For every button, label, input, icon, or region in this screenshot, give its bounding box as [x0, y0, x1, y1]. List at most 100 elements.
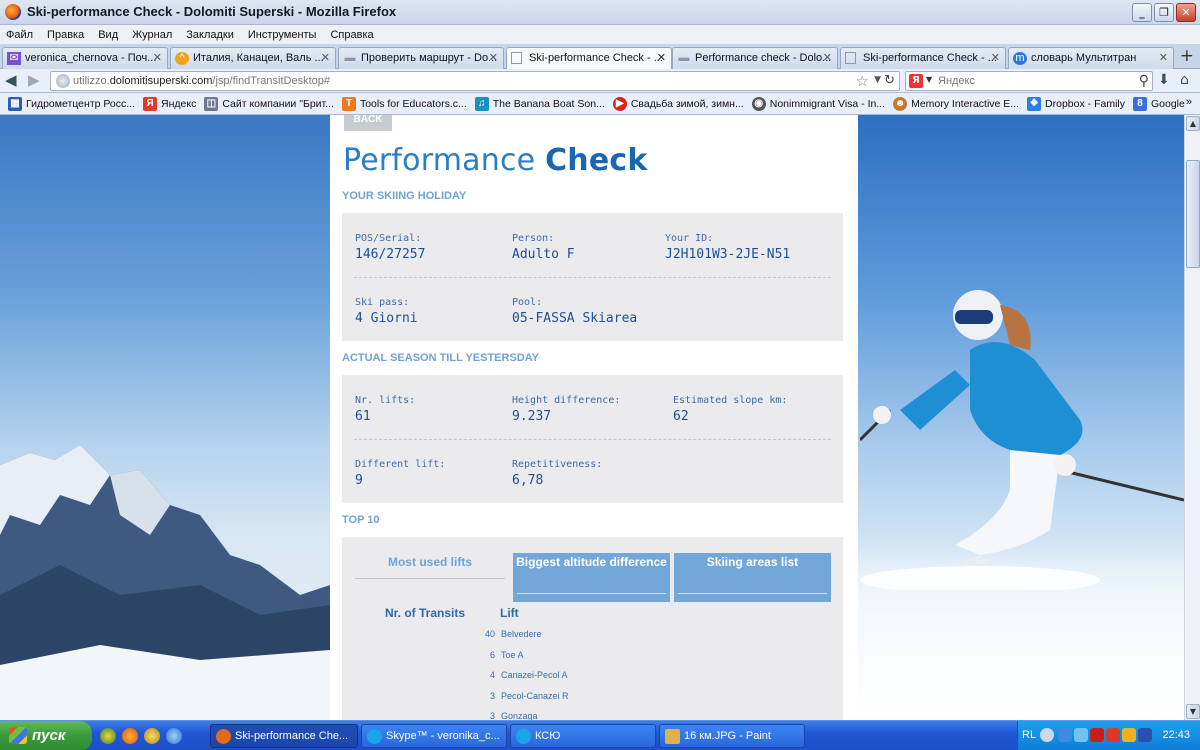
performance-check-panel: BACK Performance Check YOUR SKIING HOLID…	[330, 115, 858, 720]
column-header-lift: Lift	[500, 606, 519, 620]
menu-view[interactable]: Вид	[98, 29, 118, 41]
start-button[interactable]: пуск	[0, 721, 92, 750]
network-icon[interactable]	[1058, 728, 1072, 742]
tab-close-icon[interactable]: ✕	[823, 51, 832, 64]
url-text[interactable]: utilizzo.dolomitisuperski.com/jsp/findTr…	[73, 75, 330, 87]
updates-icon[interactable]	[1122, 728, 1136, 742]
navigation-bar: ◀ ▶ utilizzo.dolomitisuperski.com/jsp/fi…	[0, 69, 1200, 93]
language-indicator[interactable]: RL	[1022, 729, 1036, 741]
search-box[interactable]: Я ▼ Яндекс ⚲	[905, 71, 1153, 91]
bookmark-item[interactable]: T Tools for Educators.c...	[341, 96, 467, 111]
holiday-info-box: POS/Serial: 146/27257 Person: Adulto F Y…	[342, 213, 843, 341]
url-bar[interactable]: utilizzo.dolomitisuperski.com/jsp/findTr…	[50, 71, 900, 91]
tab-biggest-altitude-difference[interactable]: Biggest altitude difference	[513, 553, 670, 602]
bookmark-icon: ◫	[204, 96, 219, 111]
taskbar-item-ksyu[interactable]: КСЮ	[510, 724, 656, 748]
tray-arrow-icon[interactable]	[1040, 728, 1054, 742]
section-holiday-heading: YOUR SKIING HOLIDAY	[342, 190, 467, 202]
taskbar-item-paint[interactable]: 16 км.JPG - Paint	[659, 724, 805, 748]
minimize-button[interactable]: _	[1132, 3, 1152, 22]
menu-edit[interactable]: Правка	[47, 29, 84, 41]
bookmarks-overflow-icon[interactable]: »	[1186, 96, 1192, 108]
scroll-thumb[interactable]	[1186, 160, 1200, 268]
tab-bar: ✉ veronica_chernova - Поч... ✕ ^ Италия,…	[0, 44, 1200, 70]
adobe-icon[interactable]	[1090, 728, 1104, 742]
tab-skiing-areas-list[interactable]: Skiing areas list	[674, 553, 831, 602]
tab-mail[interactable]: ✉ veronica_chernova - Поч... ✕	[2, 47, 168, 69]
bookmark-item[interactable]: ▶ Свадьба зимой, зимн...	[612, 96, 744, 111]
forward-arrow-icon[interactable]: ▶	[28, 71, 40, 89]
table-row: 40 Belvedere	[484, 629, 542, 639]
quick-launch	[100, 728, 182, 744]
column-header-transits: Nr. of Transits	[385, 606, 466, 620]
download-arrow-icon[interactable]: ⬇	[1158, 71, 1170, 89]
bookmark-item[interactable]: ◫ Сайт компании "Брит...	[204, 96, 334, 111]
firefox-icon	[216, 729, 231, 744]
tab-hotel[interactable]: ^ Италия, Канацеи, Валь ... ✕	[170, 47, 336, 69]
bookmark-item[interactable]: ▦ Гидрометцентр Росс...	[8, 96, 135, 111]
search-engine-dropdown-icon[interactable]: ▼	[926, 75, 932, 84]
back-button[interactable]: BACK	[344, 115, 392, 131]
volume-icon[interactable]	[1074, 728, 1088, 742]
search-magnifier-icon[interactable]: ⚲	[1139, 73, 1149, 89]
tab-label: Италия, Канацеи, Валь ...	[193, 52, 324, 64]
menu-history[interactable]: Журнал	[132, 29, 172, 41]
scroll-down-icon[interactable]: ▼	[1186, 704, 1200, 719]
windows-logo-icon	[9, 727, 27, 744]
menu-bookmarks[interactable]: Закладки	[186, 29, 234, 41]
bookmark-item[interactable]: ☻ Memory Interactive E...	[893, 96, 1019, 111]
tab-close-icon[interactable]: ✕	[321, 51, 330, 64]
back-arrow-icon[interactable]: ◀	[5, 71, 17, 89]
ski-pass-field: Ski pass: 4 Giorni	[355, 297, 418, 326]
bookmark-icon: ☻	[893, 96, 908, 111]
bookmark-item[interactable]: ◉ Nonimmigrant Visa - In...	[751, 96, 885, 111]
vertical-scrollbar[interactable]: ▲ ▼	[1184, 115, 1200, 720]
home-icon[interactable]: ⌂	[1180, 71, 1189, 89]
tab-close-icon[interactable]: ✕	[657, 51, 666, 64]
url-dropdown-icon[interactable]: ▼	[874, 75, 881, 85]
tab-close-icon[interactable]: ✕	[1159, 51, 1168, 64]
bookmark-item[interactable]: ♫ The Banana Boat Son...	[474, 96, 605, 111]
tab-label: Проверить маршрут - Do...	[361, 52, 498, 64]
reload-icon[interactable]: ↻	[884, 73, 895, 88]
tab-route[interactable]: ▬ Проверить маршрут - Do... ✕	[338, 47, 504, 69]
yandex-icon[interactable]: Я	[909, 74, 923, 88]
scroll-up-icon[interactable]: ▲	[1186, 116, 1200, 131]
clock[interactable]: 22:43	[1162, 729, 1190, 741]
menu-file[interactable]: Файл	[6, 29, 33, 41]
chrome-icon[interactable]	[100, 728, 116, 744]
tab-close-icon[interactable]: ✕	[991, 51, 1000, 64]
restore-button[interactable]: ❐	[1154, 3, 1174, 22]
tab-performance-check[interactable]: ▬ Performance check - Dolo... ✕	[672, 47, 838, 69]
tab-ski-performance-2[interactable]: Ski-performance Check - ... ✕	[840, 47, 1006, 69]
ie-icon[interactable]	[166, 728, 182, 744]
skype-icon	[516, 729, 531, 744]
bookmark-item[interactable]: ❖ Dropbox - Family	[1027, 96, 1125, 111]
top10-tabs: Most used lifts Biggest altitude differe…	[355, 553, 832, 603]
tab-most-used-lifts[interactable]: Most used lifts	[355, 553, 505, 579]
menu-tools[interactable]: Инструменты	[248, 29, 317, 41]
bookmark-star-icon[interactable]: ☆	[856, 72, 869, 90]
tab-close-icon[interactable]: ✕	[489, 51, 498, 64]
close-button[interactable]: ✕	[1176, 3, 1196, 22]
menu-help[interactable]: Справка	[330, 29, 373, 41]
keyboard-layout-icon[interactable]	[1138, 728, 1152, 742]
window-title: Ski-performance Check - Dolomiti Supersk…	[27, 4, 397, 19]
tab-dictionary[interactable]: m словарь Мультитран ✕	[1008, 47, 1174, 69]
firefox-icon[interactable]	[122, 728, 138, 744]
tab-ski-performance-active[interactable]: Ski-performance Check - ... ✕	[506, 47, 672, 70]
tab-close-icon[interactable]: ✕	[153, 51, 162, 64]
divider	[354, 439, 831, 440]
title-bar[interactable]: Ski-performance Check - Dolomiti Supersk…	[0, 0, 1200, 25]
app-icon[interactable]	[144, 728, 160, 744]
search-input[interactable]: Яндекс	[938, 75, 975, 87]
page-viewport: BACK Performance Check YOUR SKIING HOLID…	[0, 115, 1184, 720]
bookmark-item[interactable]: Я Яндекс	[143, 96, 196, 111]
taskbar-item-skype[interactable]: Skype™ - veronika_c...	[361, 724, 507, 748]
firefox-window: Ski-performance Check - Dolomiti Supersk…	[0, 0, 1200, 750]
bookmark-item[interactable]: 8 Google	[1132, 96, 1185, 111]
taskbar-item-firefox[interactable]: Ski-performance Che...	[210, 724, 358, 748]
antivirus-icon[interactable]	[1106, 728, 1120, 742]
firefox-logo-icon	[5, 4, 21, 20]
new-tab-plus-icon[interactable]: +	[1180, 47, 1194, 65]
